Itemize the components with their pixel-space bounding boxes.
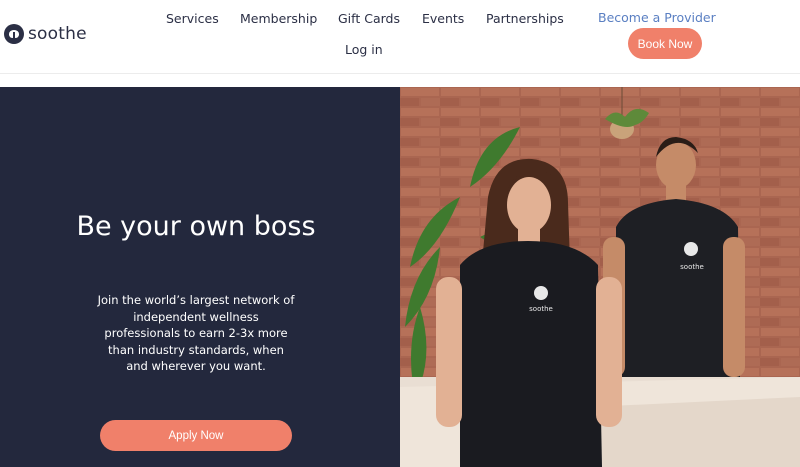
apply-now-button[interactable]: Apply Now xyxy=(100,420,292,451)
therapists-photo-illustration: soothe soothe xyxy=(400,87,800,467)
nav-services[interactable]: Services xyxy=(166,11,219,26)
man-shirt-logo-text: soothe xyxy=(680,263,704,271)
woman-shirt-logo-text: soothe xyxy=(529,305,553,313)
nav-gift-cards[interactable]: Gift Cards xyxy=(338,11,400,26)
book-now-button[interactable]: Book Now xyxy=(628,28,702,59)
nav-membership[interactable]: Membership xyxy=(240,11,317,26)
logo-text: soothe xyxy=(28,24,87,44)
nav-login[interactable]: Log in xyxy=(345,42,383,57)
nav-partnerships[interactable]: Partnerships xyxy=(486,11,564,26)
site-header: soothe Services Membership Gift Cards Ev… xyxy=(0,0,800,74)
hero-panel xyxy=(0,87,400,467)
nav-become-provider[interactable]: Become a Provider xyxy=(598,10,716,25)
nav-events[interactable]: Events xyxy=(422,11,464,26)
hero-subtitle: Join the world’s largest network of inde… xyxy=(97,293,295,373)
hero-title: Be your own boss xyxy=(76,211,316,242)
hero-photo: soothe soothe xyxy=(400,87,800,467)
soothe-logo-icon xyxy=(4,24,24,44)
soothe-logo[interactable]: soothe xyxy=(4,24,87,44)
